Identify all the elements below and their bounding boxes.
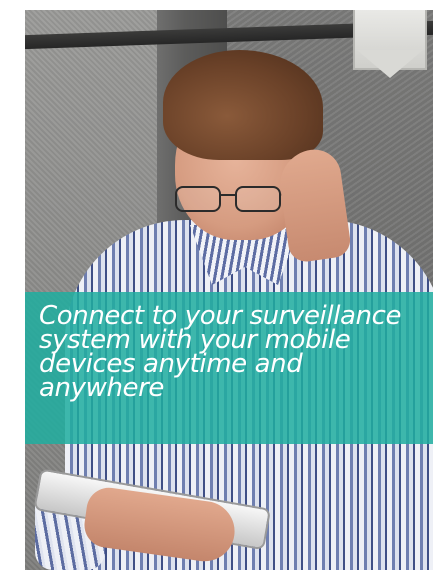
man-hair — [163, 50, 323, 160]
headline-banner: Connect to your surveillance system with… — [25, 292, 433, 444]
wall-sign-arrow — [357, 50, 423, 78]
glasses-bridge — [219, 194, 235, 196]
hero-photo — [25, 10, 433, 570]
glasses-lens-right — [235, 186, 281, 212]
glasses — [175, 180, 309, 216]
headline-text: Connect to your surveillance system with… — [39, 301, 402, 403]
glasses-lens-left — [175, 186, 221, 212]
promo-card: Connect to your surveillance system with… — [25, 10, 433, 570]
